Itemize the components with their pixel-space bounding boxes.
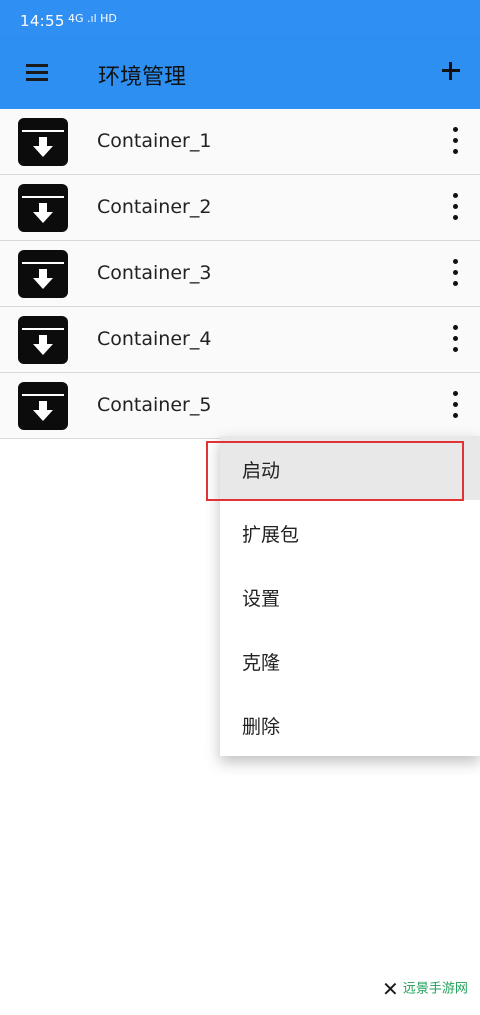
container-name: Container_1 — [97, 130, 212, 152]
container-name: Container_3 — [97, 262, 212, 284]
menu-item-settings[interactable]: 设置 — [220, 564, 480, 628]
archive-download-icon — [18, 250, 68, 298]
watermark-logo-icon: ✕ — [382, 977, 399, 1001]
highlight-box — [206, 441, 464, 501]
archive-download-icon — [18, 316, 68, 364]
status-icons: 4G .ıl HD — [68, 12, 117, 25]
more-options-button[interactable] — [445, 391, 465, 421]
list-item[interactable]: Container_1 — [0, 109, 480, 175]
archive-download-icon — [18, 382, 68, 430]
menu-item-extensions[interactable]: 扩展包 — [220, 500, 480, 564]
container-list: Container_1 Container_2 Container_3 Cont… — [0, 109, 480, 439]
page-title: 环境管理 — [98, 65, 187, 90]
more-options-button[interactable] — [445, 259, 465, 289]
watermark: ✕ 远景手游网 — [382, 977, 468, 1001]
list-item[interactable]: Container_4 — [0, 307, 480, 373]
archive-download-icon — [18, 118, 68, 166]
menu-item-clone[interactable]: 克隆 — [220, 628, 480, 692]
more-options-button[interactable] — [445, 127, 465, 157]
status-time: 14:55 — [20, 12, 65, 30]
list-item[interactable]: Container_5 — [0, 373, 480, 439]
app-bar: 环境管理 — [0, 36, 480, 109]
hamburger-icon — [26, 64, 48, 67]
list-item[interactable]: Container_2 — [0, 175, 480, 241]
menu-item-delete[interactable]: 删除 — [220, 692, 480, 756]
archive-download-icon — [18, 184, 68, 232]
container-name: Container_4 — [97, 328, 212, 350]
status-bar: 14:55 4G .ıl HD — [0, 0, 480, 36]
container-name: Container_2 — [97, 196, 212, 218]
add-button[interactable] — [436, 56, 466, 86]
more-options-button[interactable] — [445, 325, 465, 355]
list-item[interactable]: Container_3 — [0, 241, 480, 307]
menu-button[interactable] — [22, 60, 52, 86]
container-name: Container_5 — [97, 394, 212, 416]
more-options-button[interactable] — [445, 193, 465, 223]
